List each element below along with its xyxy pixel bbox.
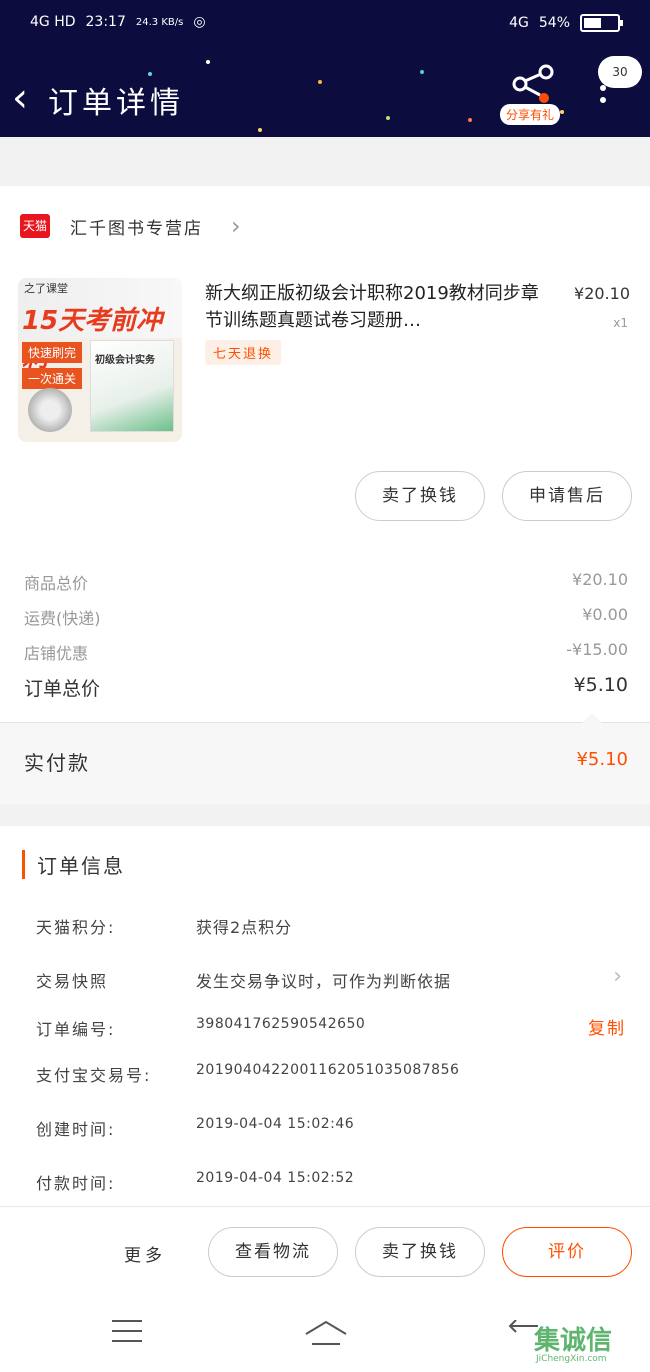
info-label: 付款时间: [36, 1174, 116, 1193]
review-button[interactable]: 评价 [502, 1227, 632, 1277]
summary-row-goods: 商品总价 ¥20.10 [24, 570, 628, 594]
decor-star [420, 70, 424, 74]
order-product-card: 天猫 汇千图书专营店 › 之了课堂 15天考前冲刺 快速刷完 一次通关 初级会计… [0, 186, 650, 722]
share-icon [512, 64, 554, 103]
summary-label: 运费(快递) [24, 609, 101, 628]
status-bar: 4G HD 23:17 24.3 KB/s ◎ 4G 54% [0, 10, 650, 40]
order-info-title: 订单信息 [22, 850, 125, 879]
summary-value: ¥0.00 [582, 605, 628, 624]
app-notification-icon: ◎ [193, 14, 206, 30]
decor-star [148, 72, 152, 76]
product-title[interactable]: 新大纲正版初级会计职称2019教材同步章节训练题真题试卷习题册… [205, 280, 550, 334]
summary-row-shipping: 运费(快递) ¥0.00 [24, 605, 628, 629]
product-quantity: x1 [613, 316, 628, 330]
sell-for-cash-button[interactable]: 卖了换钱 [355, 471, 485, 521]
info-value: 获得2点积分 [196, 918, 293, 937]
share-badge: 分享有礼 [500, 104, 561, 125]
chevron-right-icon: › [231, 212, 241, 240]
product-image-logo: 之了课堂 [24, 282, 68, 295]
decor-star [386, 116, 390, 120]
product-image-book: 初级会计实务 [90, 340, 174, 432]
paid-label: 实付款 [24, 751, 90, 775]
decor-star [468, 118, 472, 122]
summary-row-total: 订单总价 ¥5.10 [24, 674, 628, 701]
order-number: 398041762590542650 [196, 1016, 366, 1032]
apply-aftersale-button[interactable]: 申请售后 [502, 471, 632, 521]
view-logistics-button[interactable]: 查看物流 [208, 1227, 338, 1277]
summary-row-discount: 店铺优惠 -¥15.00 [24, 640, 628, 664]
shop-name: 汇千图书专营店 [70, 218, 203, 239]
recent-apps-icon[interactable] [112, 1320, 142, 1350]
header-bar: 4G HD 23:17 24.3 KB/s ◎ 4G 54% ‹ 订单详情 分享… [0, 0, 650, 137]
info-label: 创建时间: [36, 1120, 116, 1139]
product-image[interactable]: 之了课堂 15天考前冲刺 快速刷完 一次通关 初级会计实务 [18, 278, 182, 442]
shop-link[interactable]: 天猫 汇千图书专营店 › [20, 212, 241, 240]
right-network-indicator: 4G [509, 15, 529, 31]
decor-star [206, 60, 210, 64]
paid-time: 2019-04-04 15:02:52 [196, 1170, 355, 1186]
created-time: 2019-04-04 15:02:46 [196, 1116, 355, 1132]
product-image-tag: 快速刷完 [22, 342, 83, 363]
order-info-card: 订单信息 天猫积分: 获得2点积分 交易快照 发生交易争议时，可作为判断依据 ›… [0, 826, 650, 1206]
page-title: 订单详情 [48, 86, 184, 121]
total-value: ¥5.10 [573, 674, 628, 696]
alipay-trade-number: 2019040422001162051035087856 [196, 1062, 460, 1078]
share-button[interactable]: 分享有礼 [500, 64, 566, 128]
paid-value: ¥5.10 [576, 749, 628, 770]
bottom-action-bar: 更多 查看物流 卖了换钱 评价 [0, 1206, 650, 1296]
chevron-right-icon: › [613, 964, 622, 989]
info-label: 交易快照 [36, 972, 109, 991]
battery-icon [580, 14, 623, 32]
sell-for-cash-button[interactable]: 卖了换钱 [355, 1227, 485, 1277]
clock: 23:17 [85, 14, 126, 30]
summary-label: 商品总价 [24, 574, 89, 593]
stopwatch-icon [28, 388, 72, 432]
info-label: 天猫积分: [36, 918, 116, 937]
amount-paid-bar: 实付款 ¥5.10 [0, 713, 650, 804]
watermark-url: JiChengXin.com [536, 1354, 607, 1364]
message-count-badge[interactable]: 30 [598, 56, 642, 88]
summary-value: -¥15.00 [566, 640, 628, 659]
product-price: ¥20.10 [574, 284, 630, 303]
summary-label: 店铺优惠 [24, 644, 89, 663]
network-indicator: 4G HD [30, 14, 76, 30]
back-arrow-icon[interactable]: ‹ [12, 78, 28, 118]
more-menu-icon[interactable] [600, 85, 606, 109]
return-policy-tag: 七天退换 [205, 340, 282, 365]
info-label: 订单编号: [36, 1020, 116, 1039]
watermark-logo: 集诚信 JiChengXin.com [534, 1326, 613, 1364]
product-image-tag: 一次通关 [22, 368, 83, 389]
info-label: 支付宝交易号: [36, 1066, 152, 1085]
more-actions-button[interactable]: 更多 [124, 1241, 166, 1266]
net-speed: 24.3 KB/s [135, 16, 184, 28]
tmall-logo-icon: 天猫 [20, 214, 50, 238]
info-value: 发生交易争议时，可作为判断依据 [196, 972, 452, 991]
copy-button[interactable]: 复制 [588, 1014, 626, 1039]
battery-percent: 54% [538, 15, 570, 31]
summary-value: ¥20.10 [572, 570, 628, 589]
home-icon[interactable] [304, 1318, 348, 1348]
total-label: 订单总价 [24, 678, 101, 700]
decor-star [318, 80, 322, 84]
decor-star [258, 128, 262, 132]
